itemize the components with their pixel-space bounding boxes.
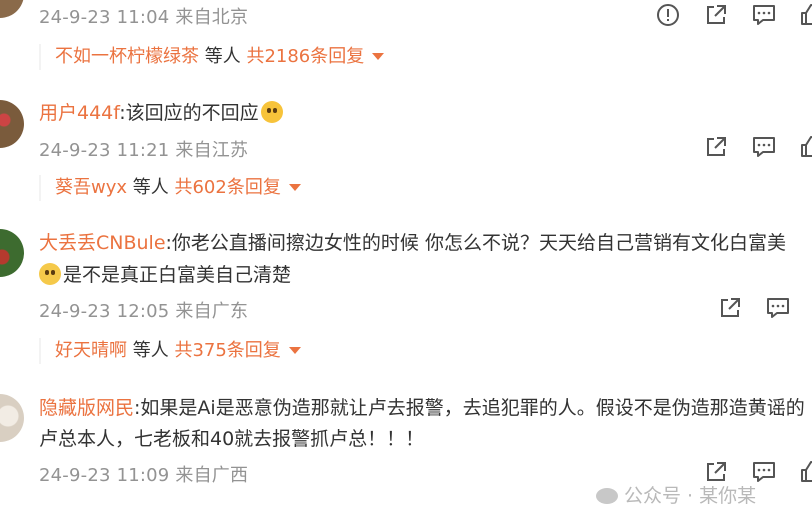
reply-users[interactable]: 葵吾wyx — [55, 177, 127, 198]
reply-suffix: 等人 — [127, 340, 175, 361]
comment-body: :如果是Ai是恶意伪造那就让卢去报警，去追犯罪的人。假设不是伪造那造黄谣的 — [134, 397, 805, 419]
comment-username[interactable]: 隐藏版网民 — [39, 397, 134, 419]
shush-emoji-icon — [260, 101, 283, 123]
reply-total[interactable]: 共2186条回复 — [246, 46, 364, 67]
avatar[interactable] — [0, 0, 24, 18]
comment-username[interactable]: 大丢丢CNBule — [39, 232, 166, 254]
comment-icon[interactable] — [751, 134, 777, 160]
like-icon[interactable] — [798, 2, 812, 28]
comment-body-line2: 是不是真正白富美自己清楚 — [63, 264, 292, 286]
share-icon[interactable] — [703, 134, 729, 160]
comment-text: 大丢丢CNBule:你老公直播间擦边女性的时候 你怎么不说？天天给自己营销有文化… — [39, 231, 786, 255]
comment-body: :该回应的不回应 — [119, 102, 259, 124]
comment-meta: 24-9-23 11:09 来自广西 — [39, 465, 249, 486]
avatar[interactable] — [0, 229, 24, 277]
comment-text: 隐藏版网民:如果是Ai是恶意伪造那就让卢去报警，去追犯罪的人。假设不是伪造那造黄… — [39, 396, 805, 420]
reply-suffix: 等人 — [127, 177, 175, 198]
comment-icon[interactable] — [765, 295, 791, 321]
sweat-smile-emoji-icon — [39, 263, 61, 285]
reply-users[interactable]: 不如一杯柠檬绿茶 — [55, 46, 199, 67]
chevron-down-icon[interactable] — [288, 183, 301, 191]
comment-meta: 24-9-23 11:04 来自北京 — [39, 7, 249, 28]
share-icon[interactable] — [717, 295, 743, 321]
comment-meta: 24-9-23 12:05 来自广东 — [39, 301, 249, 322]
comment-icon[interactable] — [751, 2, 777, 28]
comment-text: 用户444f:该回应的不回应 — [39, 101, 283, 125]
reply-total[interactable]: 共375条回复 — [174, 340, 280, 361]
comment-body: :你老公直播间擦边女性的时候 你怎么不说？天天给自己营销有文化白富美 — [165, 232, 786, 254]
avatar[interactable] — [0, 100, 24, 148]
like-icon[interactable] — [798, 134, 812, 160]
reply-summary[interactable]: 不如一杯柠檬绿茶 等人 共2186条回复 — [39, 44, 385, 70]
comment-meta: 24-9-23 11:21 来自江苏 — [39, 140, 249, 161]
reply-users[interactable]: 好天晴啊 — [55, 340, 127, 361]
reply-summary[interactable]: 好天晴啊 等人 共375条回复 — [39, 338, 301, 364]
chevron-down-icon[interactable] — [372, 52, 385, 60]
chevron-down-icon[interactable] — [288, 346, 301, 354]
avatar[interactable] — [0, 394, 24, 442]
watermark-text: 公众号 · 某你某 — [624, 485, 757, 507]
watermark: 公众号 · 某你某 — [596, 481, 756, 508]
comment-username[interactable]: 用户444f — [39, 102, 119, 124]
reply-suffix: 等人 — [199, 46, 247, 67]
share-icon[interactable] — [703, 2, 729, 28]
reply-total[interactable]: 共602条回复 — [174, 177, 280, 198]
report-icon[interactable] — [655, 2, 681, 28]
wechat-logo-icon — [596, 488, 618, 504]
reply-summary[interactable]: 葵吾wyx 等人 共602条回复 — [39, 175, 301, 201]
comment-text-line2: 是不是真正白富美自己清楚 — [39, 263, 291, 287]
comment-text-line2: 卢总本人，七老板和40就去报警抓卢总！！！ — [39, 428, 425, 450]
like-icon[interactable] — [798, 459, 812, 485]
